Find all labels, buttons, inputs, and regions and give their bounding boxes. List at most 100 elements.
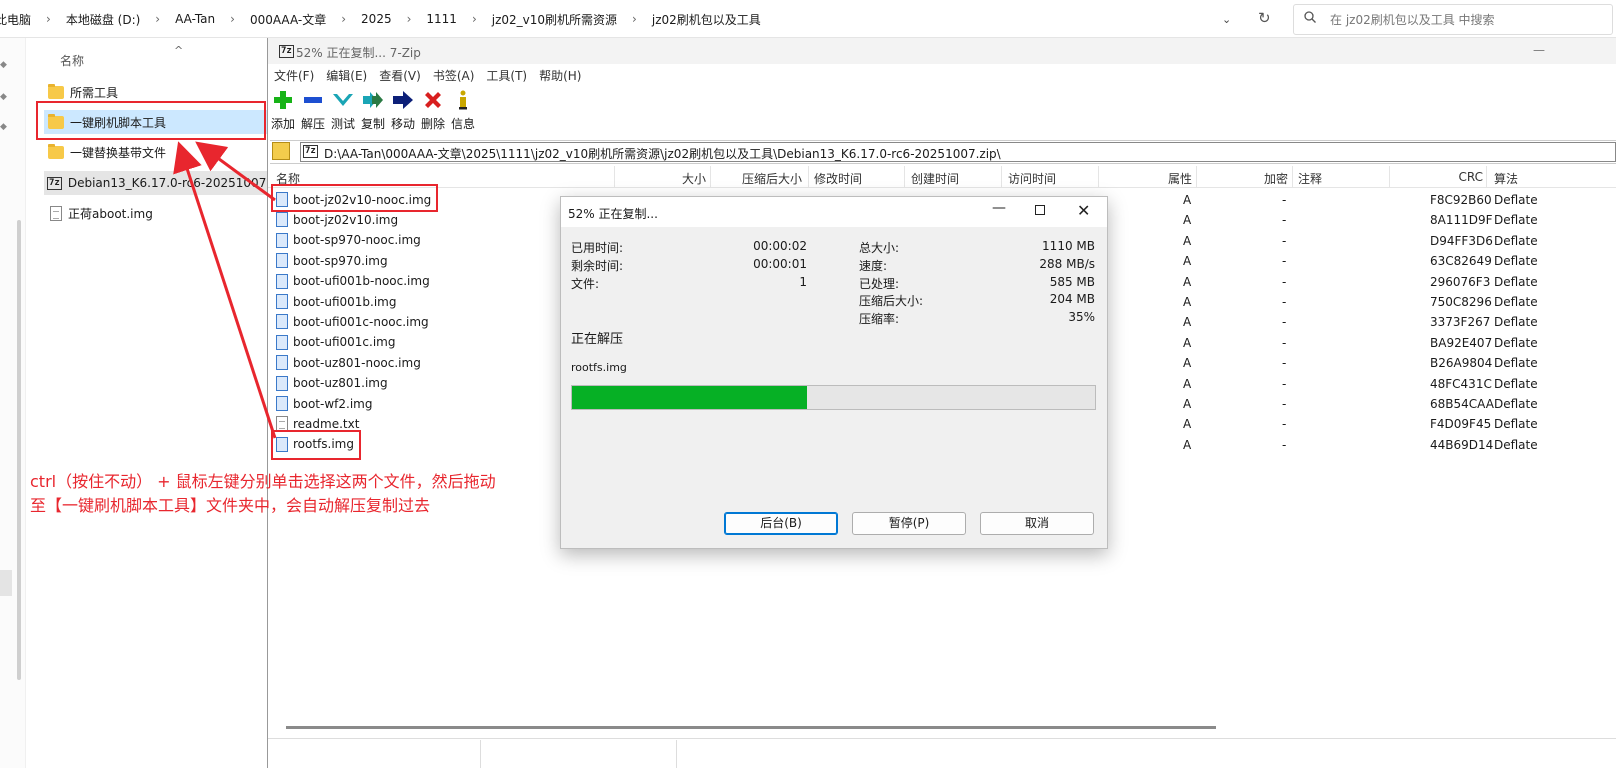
file-encrypted: - [1282,193,1287,207]
dialog-title: 52% 正在复制... [568,207,658,221]
column-header[interactable]: 压缩后大小 [712,170,802,187]
breadcrumb: 此电脑 › 本地磁盘 (D:) › AA-Tan › 000AAA-文章 › 2025 › 1111… [0,0,768,38]
chevron-down-icon[interactable]: ⌄ [1222,13,1231,26]
file-name: boot-ufi001c-nooc.img [293,314,429,329]
menu-item[interactable]: 书签(A) [433,67,475,84]
breadcrumb-item[interactable]: AA-Tan [168,12,222,26]
toolbar-button-x[interactable]: 删除 [418,88,448,136]
breadcrumb-item[interactable]: 1111 [419,12,464,26]
column-header[interactable]: 大小 [616,170,706,187]
status-divider [676,740,677,768]
file-encrypted: - [1282,213,1287,228]
explorer-item[interactable]: 正荷aboot.img [44,201,272,225]
file-crc: BA92E407 [1430,335,1493,350]
minimize-icon[interactable]: — [1533,43,1545,57]
folder-up-icon[interactable] [272,142,290,160]
breadcrumb-separator-icon[interactable]: › [222,12,243,26]
column-header[interactable]: 属性 [1102,170,1192,187]
minimize-icon[interactable]: — [992,200,1006,216]
column-divider[interactable] [1001,166,1002,188]
column-header[interactable]: CRC [1393,170,1484,184]
file-name: boot-ufi001c.img [293,335,396,350]
toolbar-button-double-arrow[interactable]: 复制 [358,88,388,136]
column-divider[interactable] [710,166,711,188]
sevenzip-app-icon: 7z [279,45,294,58]
pause-button[interactable]: 暂停(P) [852,512,966,535]
close-icon[interactable]: ✕ [1077,201,1090,220]
file-name-cell[interactable]: boot-ufi001c-nooc.img [276,314,429,330]
breadcrumb-item[interactable]: 本地磁盘 (D:) [59,11,147,28]
file-name-cell[interactable]: boot-ufi001c.img [276,334,396,350]
menu-item[interactable]: 查看(V) [379,67,421,84]
explorer-item-label: Debian13_K6.17.0-rc6-20251007.zip [67,176,272,190]
file-crc: F8C92B60 [1430,193,1492,207]
column-divider[interactable] [808,166,809,188]
menu-item[interactable]: 文件(F) [274,67,314,84]
refresh-icon[interactable]: ↻ [1258,9,1271,27]
breadcrumb-item[interactable]: 000AAA-文章 [243,11,333,28]
column-divider[interactable] [1389,166,1390,188]
scrollbar-thumb[interactable] [0,570,12,596]
file-method: Deflate [1494,376,1538,391]
column-divider[interactable] [1486,166,1487,188]
file-name-cell[interactable]: boot-sp970.img [276,253,388,269]
pin-icon: ◆ [0,122,7,132]
column-header-name[interactable]: 名称 [60,52,84,69]
toolbar-button-check[interactable]: 测试 [328,88,358,136]
toolbar-button-plus[interactable]: 添加 [268,88,298,136]
toolbar-button-arrow-right[interactable]: 移动 [388,88,418,136]
column-header[interactable]: 修改时间 [814,170,862,187]
file-crc: 3373F267 [1430,315,1491,330]
image-file-icon [276,294,288,309]
explorer-item[interactable]: 一键替换基带文件 [44,140,272,164]
column-header[interactable]: 创建时间 [911,170,959,187]
cancel-button[interactable]: 取消 [980,512,1094,535]
breadcrumb-item[interactable]: jz02刷机包以及工具 [645,11,768,28]
column-header[interactable]: 算法 [1494,170,1518,187]
file-method: Deflate [1494,335,1538,350]
menu-item[interactable]: 编辑(E) [326,67,367,84]
breadcrumb-item[interactable]: 2025 [354,12,399,26]
column-header[interactable]: 加密 [1198,170,1288,187]
explorer-item[interactable]: 7z Debian13_K6.17.0-rc6-20251007.zip [44,171,272,195]
column-divider[interactable] [1292,166,1293,188]
window-title: 52% 正在复制... 7-Zip [296,46,421,60]
breadcrumb-item[interactable]: 此电脑 [0,11,38,28]
column-divider[interactable] [1098,166,1099,188]
file-name: boot-uz801.img [293,376,388,391]
file-name-cell[interactable]: boot-jz02v10.img [276,212,398,228]
file-name-cell[interactable]: boot-ufi001b.img [276,294,396,309]
file-name-cell[interactable]: boot-uz801.img [276,375,388,391]
breadcrumb-separator-icon[interactable]: › [147,12,168,26]
breadcrumb-separator-icon[interactable]: › [399,12,420,26]
file-name-cell[interactable]: boot-uz801-nooc.img [276,355,421,371]
column-header[interactable]: 注释 [1298,170,1322,187]
toolbar-button-minus[interactable]: 解压 [298,88,328,136]
breadcrumb-separator-icon[interactable]: › [38,12,59,26]
column-divider[interactable] [614,166,615,188]
toolbar-button-info[interactable]: 信息 [448,88,478,136]
file-method: Deflate [1494,295,1538,309]
file-attribute: A [1183,417,1192,432]
horizontal-scrollbar[interactable] [286,726,1216,729]
file-name-cell[interactable]: boot-wf2.img [276,396,372,411]
breadcrumb-item[interactable]: jz02_v10刷机所需资源 [485,11,624,28]
toolbar-label: 删除 [420,117,445,131]
ratio-value: 35% [1068,310,1095,324]
background-button[interactable]: 后台(B) [724,512,838,535]
image-file-icon [276,334,288,350]
file-name-cell[interactable]: boot-ufi001b-nooc.img [276,273,430,289]
breadcrumb-separator-icon[interactable]: › [333,12,354,26]
breadcrumb-separator-icon[interactable]: › [464,12,485,26]
menu-item[interactable]: 工具(T) [486,67,527,84]
file-encrypted: - [1282,315,1287,330]
file-name-cell[interactable]: boot-sp970-nooc.img [276,232,421,248]
column-divider[interactable] [1196,166,1197,188]
column-divider[interactable] [904,166,905,188]
menu-item[interactable]: 帮助(H) [539,67,581,84]
breadcrumb-separator-icon[interactable]: › [624,12,645,26]
file-attribute: A [1183,274,1192,289]
maximize-icon[interactable] [1035,205,1045,215]
scrollbar[interactable] [17,220,21,680]
column-header[interactable]: 访问时间 [1008,170,1056,187]
